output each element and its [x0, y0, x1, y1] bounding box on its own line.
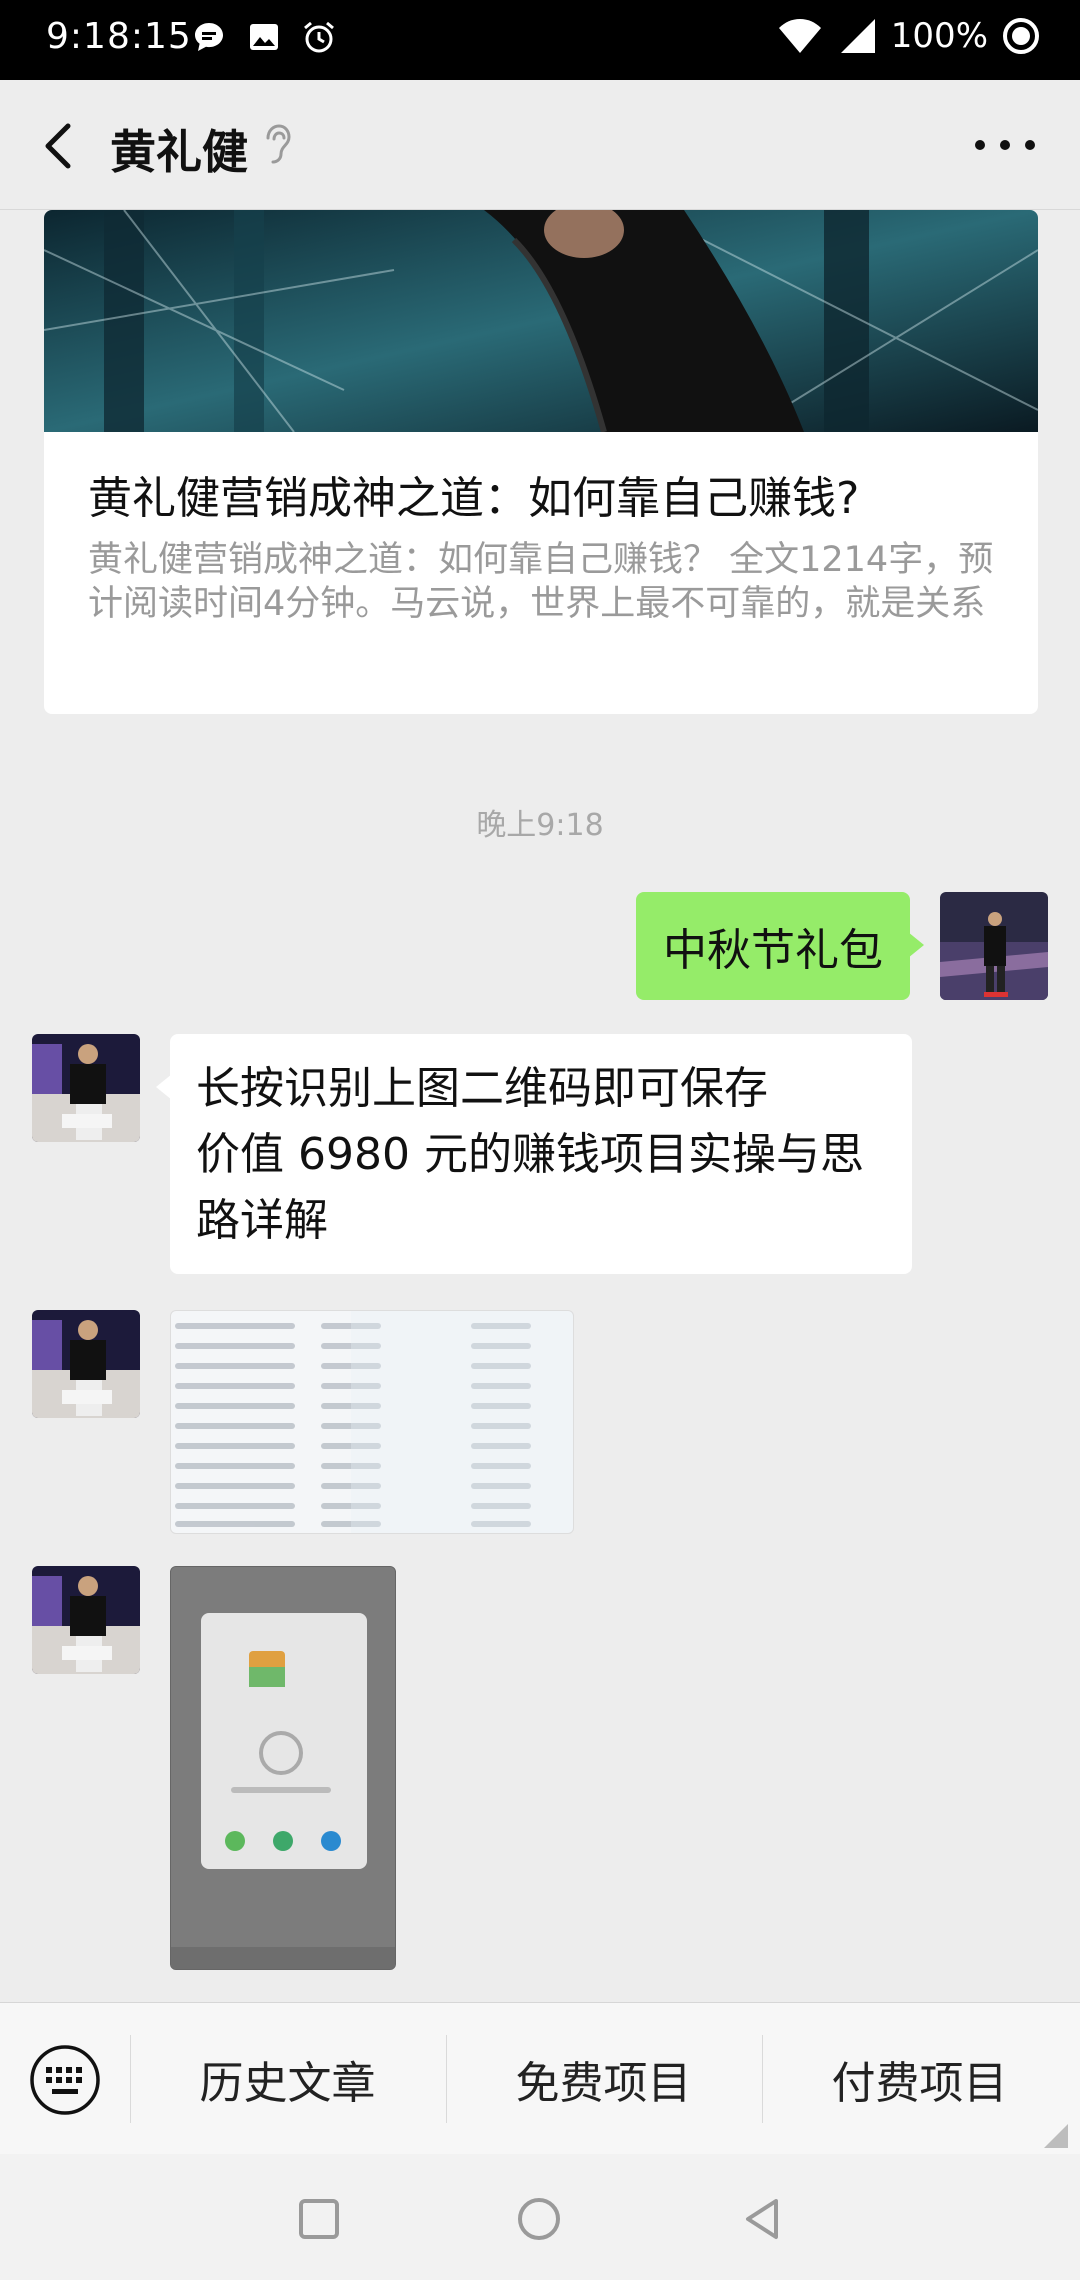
- contact-avatar[interactable]: [32, 1310, 140, 1418]
- menu-item-free-projects[interactable]: 免费项目: [446, 2035, 760, 2123]
- alarm-icon: [304, 21, 334, 53]
- wifi-icon: [778, 19, 821, 53]
- article-cover-image: [44, 210, 1038, 432]
- corner-indicator-icon: [1044, 2124, 1068, 2148]
- back-arrow-icon[interactable]: [30, 116, 90, 176]
- status-notification-icons: [192, 20, 336, 54]
- square-icon[interactable]: [294, 2194, 344, 2244]
- circle-icon[interactable]: [514, 2194, 564, 2244]
- keyboard-icon[interactable]: [28, 2043, 102, 2117]
- contact-avatar[interactable]: [32, 1566, 140, 1674]
- status-bar: 9:18:15 100%: [0, 0, 1080, 80]
- chat-header: 黄礼健: [0, 80, 1080, 210]
- image-icon: [250, 24, 278, 50]
- signal-icon: [840, 19, 875, 53]
- triangle-back-icon[interactable]: [738, 2194, 788, 2244]
- message-timestamp: 晚上9:18: [476, 808, 604, 843]
- battery-percent: 100%: [890, 16, 988, 56]
- message-line-2: 价值 6980 元的赚钱项目实操与思: [196, 1129, 864, 1180]
- status-system-icons: 100%: [777, 16, 1040, 56]
- outgoing-message-bubble[interactable]: 中秋节礼包: [636, 892, 924, 1000]
- incoming-message-bubble[interactable]: 长按识别上图二维码即可保存 价值 6980 元的赚钱项目实操与思 路详解: [156, 1034, 912, 1274]
- system-navigation-bar: [0, 2154, 1080, 2280]
- chat-title: 黄礼健: [110, 125, 248, 179]
- image-message-table-screenshot[interactable]: [170, 1310, 574, 1534]
- message-line-3: 路详解: [196, 1195, 328, 1246]
- battery-circle-icon: [1003, 18, 1039, 54]
- ear-icon[interactable]: [262, 122, 292, 166]
- my-avatar[interactable]: [940, 892, 1048, 1000]
- status-time: 9:18:15: [46, 16, 192, 57]
- contact-avatar[interactable]: [32, 1034, 140, 1142]
- menu-item-paid-projects[interactable]: 付费项目: [762, 2035, 1076, 2123]
- article-title: 黄礼健营销成神之道：如何靠自己赚钱?: [88, 473, 860, 524]
- menu-item-history-articles[interactable]: 历史文章: [130, 2035, 444, 2123]
- article-card[interactable]: 黄礼健营销成神之道：如何靠自己赚钱? 黄礼健营销成神之道：如何靠自己赚钱？ 全文…: [44, 210, 1038, 714]
- official-account-menu: 历史文章 免费项目 付费项目: [0, 2002, 1080, 2154]
- message-line-1: 长按识别上图二维码即可保存: [196, 1063, 768, 1114]
- message-icon: [195, 23, 223, 51]
- image-message-phone-screenshot[interactable]: [170, 1566, 396, 1970]
- more-icon[interactable]: [970, 130, 1040, 160]
- article-description: 黄礼健营销成神之道：如何靠自己赚钱？ 全文1214字，预计阅读时间4分钟。马云说…: [88, 540, 994, 624]
